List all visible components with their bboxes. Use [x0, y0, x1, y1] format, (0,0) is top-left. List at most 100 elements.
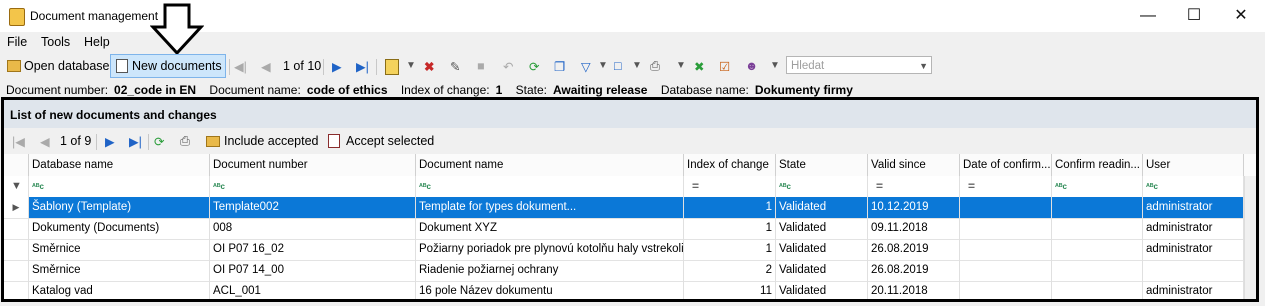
cell-date-of-confirm[interactable]	[960, 239, 1052, 260]
column-header-valid-since[interactable]: Valid since	[868, 154, 960, 176]
cell-database-name[interactable]: Dokumenty (Documents)	[29, 218, 210, 239]
cell-state[interactable]: Validated	[776, 197, 868, 218]
filter-database-name[interactable]: ᴬᴮc	[29, 176, 210, 197]
new-documents-button[interactable]: New documents	[110, 54, 226, 78]
cell-valid-since[interactable]: 10.12.2019	[868, 197, 960, 218]
filter-user[interactable]: ᴬᴮc	[1143, 176, 1244, 197]
cell-valid-since[interactable]: 26.08.2019	[868, 260, 960, 281]
save-icon[interactable]: ■	[477, 55, 485, 77]
copy-icon[interactable]: ❐	[554, 55, 565, 77]
filter-valid-since[interactable]: =	[868, 176, 960, 197]
cell-confirm-reading[interactable]	[1052, 281, 1143, 299]
cell-index-of-change[interactable]: 1	[684, 239, 776, 260]
cell-index-of-change[interactable]: 1	[684, 197, 776, 218]
table-row[interactable]: Katalog vad ACL_001 16 pole Název dokument…	[4, 281, 1256, 299]
cell-confirm-reading[interactable]	[1052, 239, 1143, 260]
filter-state[interactable]: ᴬᴮc	[776, 176, 868, 197]
cell-date-of-confirm[interactable]	[960, 260, 1052, 281]
dropdown-arrow-icon[interactable]: ▼	[598, 60, 608, 71]
cell-user[interactable]: administrator	[1143, 197, 1244, 218]
edit-icon[interactable]: ✎	[450, 55, 460, 77]
column-header-document-name[interactable]: Document name	[416, 154, 684, 176]
chevron-down-icon[interactable]: ▼	[919, 57, 928, 75]
dropdown-arrow-icon[interactable]: ▼	[406, 60, 416, 71]
cell-document-name[interactable]: 16 pole Název dokumentu	[416, 281, 684, 299]
refresh-icon[interactable]: ⟳	[529, 55, 539, 77]
menu-help[interactable]: Help	[84, 35, 110, 49]
cell-confirm-reading[interactable]	[1052, 197, 1143, 218]
next-page-icon[interactable]: ▶	[332, 55, 342, 77]
column-header-state[interactable]: State	[776, 154, 868, 176]
print-icon[interactable]: ⎙	[650, 55, 660, 77]
table-row[interactable]: Směrnice OI P07 16_02 Požiarny poriadok pr…	[4, 239, 1256, 261]
export-icon[interactable]: ✖	[694, 55, 704, 77]
user-settings-icon[interactable]: ☻	[745, 55, 758, 77]
cell-document-name[interactable]: Template for types dokument...	[416, 197, 684, 218]
filter-confirm-reading[interactable]: ᴬᴮc	[1052, 176, 1143, 197]
undo-icon[interactable]: ↶	[503, 55, 513, 77]
cell-state[interactable]: Validated	[776, 260, 868, 281]
new-document-icon[interactable]	[385, 59, 399, 75]
table-row[interactable]: Dokumenty (Documents) 008 Dokument XYZ 1 Val…	[4, 218, 1256, 240]
cell-database-name[interactable]: Katalog vad	[29, 281, 210, 299]
accept-selected-button[interactable]: Accept selected	[324, 130, 434, 152]
cell-state[interactable]: Validated	[776, 239, 868, 260]
cell-confirm-reading[interactable]	[1052, 218, 1143, 239]
filter-document-name[interactable]: ᴬᴮc	[416, 176, 684, 197]
filter-index-of-change[interactable]: =	[684, 176, 776, 197]
previous-page-icon[interactable]: ◀	[261, 55, 271, 77]
close-button[interactable]: ✕	[1218, 0, 1264, 32]
cell-document-name[interactable]: Riadenie požiarnej ochrany	[416, 260, 684, 281]
table-row[interactable]: ▶ Šablony (Template) Template002 Template f…	[4, 197, 1256, 219]
cell-valid-since[interactable]: 09.11.2018	[868, 218, 960, 239]
last-page-icon[interactable]: ▶|	[356, 55, 369, 77]
cell-confirm-reading[interactable]	[1052, 260, 1143, 281]
cell-valid-since[interactable]: 20.11.2018	[868, 281, 960, 299]
filter-document-number[interactable]: ᴬᴮc	[210, 176, 416, 197]
minimize-button[interactable]: —	[1125, 0, 1171, 32]
include-accepted-button[interactable]: Include accepted	[204, 130, 319, 152]
cell-document-name[interactable]: Požiarny poriadok pre plynovú kotolňu ha…	[416, 239, 684, 260]
cell-document-number[interactable]: ACL_001	[210, 281, 416, 299]
search-combobox[interactable]: Hledat ▼	[786, 56, 932, 74]
table-row[interactable]: Směrnice OI P07 14_00 Riadenie požiarnej o…	[4, 260, 1256, 282]
previous-page-icon[interactable]: ◀	[40, 130, 50, 152]
document-icon[interactable]: □	[614, 55, 622, 77]
refresh-icon[interactable]: ⟳	[154, 130, 164, 152]
cell-state[interactable]: Validated	[776, 218, 868, 239]
column-header-database-name[interactable]: Database name	[29, 154, 210, 176]
cell-index-of-change[interactable]: 2	[684, 260, 776, 281]
checklist-icon[interactable]: ☑	[719, 55, 730, 77]
cell-user[interactable]	[1143, 260, 1244, 281]
menu-tools[interactable]: Tools	[41, 35, 70, 49]
cell-database-name[interactable]: Šablony (Template)	[29, 197, 210, 218]
cell-document-number[interactable]: OI P07 16_02	[210, 239, 416, 260]
cell-index-of-change[interactable]: 1	[684, 218, 776, 239]
dropdown-arrow-icon[interactable]: ▼	[632, 60, 642, 71]
last-page-icon[interactable]: ▶|	[129, 130, 142, 152]
column-header-index-of-change[interactable]: Index of change	[684, 154, 776, 176]
column-header-user[interactable]: User	[1143, 154, 1244, 176]
cell-document-number[interactable]: Template002	[210, 197, 416, 218]
cell-date-of-confirm[interactable]	[960, 218, 1052, 239]
filter-icon[interactable]: ▽	[581, 55, 591, 77]
cell-date-of-confirm[interactable]	[960, 197, 1052, 218]
cell-user[interactable]: administrator	[1143, 218, 1244, 239]
dropdown-arrow-icon[interactable]: ▼	[676, 60, 686, 71]
cell-database-name[interactable]: Směrnice	[29, 260, 210, 281]
column-header-confirm-reading[interactable]: Confirm readin...	[1052, 154, 1143, 176]
vertical-scrollbar[interactable]	[1244, 176, 1256, 299]
cell-valid-since[interactable]: 26.08.2019	[868, 239, 960, 260]
cell-index-of-change[interactable]: 11	[684, 281, 776, 299]
column-header-document-number[interactable]: Document number	[210, 154, 416, 176]
menu-file[interactable]: File	[7, 35, 27, 49]
cell-database-name[interactable]: Směrnice	[29, 239, 210, 260]
cell-document-number[interactable]: OI P07 14_00	[210, 260, 416, 281]
cell-document-number[interactable]: 008	[210, 218, 416, 239]
cell-user[interactable]: administrator	[1143, 281, 1244, 299]
dropdown-arrow-icon[interactable]: ▼	[770, 60, 780, 71]
next-page-icon[interactable]: ▶	[105, 130, 115, 152]
delete-icon[interactable]: ✖	[424, 55, 434, 77]
first-page-icon[interactable]: ◀|	[234, 55, 247, 77]
maximize-button[interactable]: ☐	[1171, 0, 1217, 32]
